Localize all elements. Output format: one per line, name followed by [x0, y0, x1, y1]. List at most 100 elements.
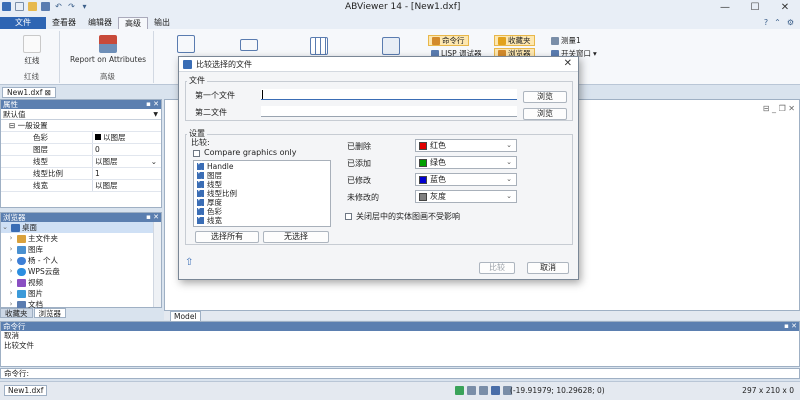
pin-icon[interactable]: ▪ ✕ — [146, 213, 159, 222]
select-none-button[interactable]: 无选择 — [263, 231, 329, 243]
maximize-button[interactable]: ☐ — [740, 0, 770, 16]
measure-button[interactable]: 测量1 — [548, 35, 584, 46]
property-value: 以图层 — [103, 133, 126, 142]
save-icon[interactable] — [41, 2, 50, 11]
tree-item-label: 杨 - 个人 — [28, 256, 58, 265]
property-value: 以图层 — [95, 157, 118, 166]
status-icons — [455, 386, 512, 395]
chevron-right-icon: › — [9, 234, 13, 242]
property-row[interactable]: 线宽 以图层 — [1, 180, 161, 192]
undo-icon[interactable]: ↶ — [54, 2, 63, 11]
command-input[interactable]: 命令行: — [0, 368, 800, 379]
browse-first-button[interactable]: 浏览 — [523, 91, 567, 103]
properties-section[interactable]: ⊟ 一般设置 — [1, 120, 161, 132]
property-row[interactable]: 线型比例 1 — [1, 168, 161, 180]
added-color-select[interactable]: 绿色 ⌄ — [415, 156, 517, 169]
customize-qa-icon[interactable]: ▾ — [80, 2, 89, 11]
new-file-icon[interactable] — [15, 2, 24, 11]
tab-editor[interactable]: 编辑器 — [82, 17, 118, 29]
grid-icon[interactable] — [491, 386, 500, 395]
ribbon-group-advanced: Report on Attributes 高级 — [62, 31, 154, 83]
explorer-scrollbar[interactable] — [153, 222, 161, 307]
view-icon[interactable]: ⊟ — [763, 104, 770, 113]
unmodified-color-select[interactable]: 灰度 ⌄ — [415, 190, 517, 203]
report-on-attributes-button[interactable]: Report on Attributes — [66, 35, 150, 64]
list-item-label: 色彩 — [207, 207, 222, 216]
snap-icon[interactable] — [455, 386, 464, 395]
properties-combo[interactable]: 默认值 ▼ — [1, 109, 161, 120]
property-row[interactable]: 线型 以图层 ⌄ — [1, 156, 161, 168]
chevron-down-icon[interactable]: ⌄ — [151, 156, 157, 168]
tree-item-personal[interactable]: › 杨 - 个人 — [1, 255, 161, 266]
minimize-icon[interactable]: _ — [772, 104, 776, 113]
tree-item-home[interactable]: › 主文件夹 — [1, 233, 161, 244]
compare-button[interactable]: 比较 — [479, 262, 515, 274]
first-file-input[interactable] — [261, 89, 517, 100]
favorites-toggle[interactable]: 收藏夹 — [494, 35, 535, 46]
align-tool-icon[interactable] — [238, 39, 260, 53]
property-value: 以图层 — [95, 181, 118, 190]
pin-icon[interactable]: ▪ ✕ — [146, 100, 159, 109]
tree-item-wps[interactable]: › WPS云盘 — [1, 266, 161, 277]
close-button[interactable]: ✕ — [770, 0, 800, 16]
status-file: New1.dxf — [4, 385, 48, 396]
deleted-color-value: 红色 — [430, 141, 446, 150]
document-tab-new1[interactable]: New1.dxf ⊠ — [2, 87, 57, 98]
ignore-off-layers-checkbox[interactable] — [345, 213, 352, 220]
close-icon[interactable]: ⊠ — [45, 88, 51, 97]
property-row[interactable]: 色彩 以图层 — [1, 132, 161, 144]
modified-color-select[interactable]: 蓝色 ⌄ — [415, 173, 517, 186]
tree-item-desktop[interactable]: ⌄ 桌面 — [1, 222, 161, 233]
grid-tool-icon[interactable] — [310, 37, 328, 57]
tab-advanced[interactable]: 高级 — [118, 17, 148, 29]
compare-items-list[interactable]: Handle 图层 线型 线型比例 厚度 色彩 线宽 — [193, 160, 331, 227]
compare-tool-icon[interactable] — [176, 35, 196, 55]
cancel-button[interactable]: 取消 — [527, 262, 569, 274]
text-caret — [262, 90, 263, 99]
ribbon-minimize-icon[interactable]: ⌃ — [774, 18, 781, 27]
arrow-up-icon[interactable]: ⇧ — [185, 258, 195, 269]
browse-second-button[interactable]: 浏览 — [523, 108, 567, 120]
chevron-right-icon: › — [9, 245, 13, 253]
dialog-close-icon[interactable]: ✕ — [564, 58, 572, 69]
list-item[interactable]: 线型比例 — [197, 189, 237, 198]
chevron-down-icon: ▾ — [593, 49, 597, 58]
open-folder-icon[interactable] — [28, 2, 37, 11]
tab-file[interactable]: 文件 — [0, 17, 46, 29]
compare-graphics-checkbox[interactable] — [193, 150, 200, 157]
item-checkbox[interactable] — [197, 217, 204, 224]
list-item[interactable]: 线宽 — [197, 216, 222, 225]
restore-icon[interactable]: ❐ — [779, 104, 786, 113]
redo-icon[interactable]: ↷ — [67, 2, 76, 11]
document-tab-label: New1.dxf — [7, 88, 43, 97]
close-icon[interactable]: ✕ — [788, 104, 795, 113]
minimize-button[interactable]: — — [710, 0, 740, 16]
grid-icon — [310, 37, 328, 55]
select-all-button[interactable]: 选择所有 — [195, 231, 259, 243]
tab-output[interactable]: 输出 — [148, 17, 176, 29]
pin-icon[interactable]: ▪ ✕ — [784, 322, 797, 331]
property-row[interactable]: 图层 0 — [1, 144, 161, 156]
device-tool-icon[interactable] — [382, 37, 400, 57]
settings-gear-icon[interactable]: ⚙ — [787, 18, 794, 27]
tab-browser[interactable]: 浏览器 — [33, 308, 66, 318]
unmodified-color-label: 未修改的 — [347, 193, 379, 202]
second-file-input[interactable] — [261, 106, 517, 117]
color-swatch-red — [419, 141, 427, 150]
ortho-icon[interactable] — [467, 386, 476, 395]
tree-item-videos[interactable]: › 视频 — [1, 277, 161, 288]
added-color-label: 已添加 — [347, 159, 371, 168]
tab-favorites[interactable]: 收藏夹 — [0, 308, 33, 318]
tree-item-pictures[interactable]: › 图片 — [1, 288, 161, 299]
command-line-toggle[interactable]: 命令行 — [428, 35, 469, 46]
redline-button[interactable]: 红线 — [14, 35, 50, 66]
property-key: 线型 — [1, 156, 93, 167]
deleted-color-select[interactable]: 红色 ⌄ — [415, 139, 517, 152]
polar-icon[interactable] — [479, 386, 488, 395]
tree-item-gallery[interactable]: › 图库 — [1, 244, 161, 255]
title-bar: ↶ ↷ ▾ ABViewer 14 - [New1.dxf] — ☐ ✕ — [0, 0, 800, 16]
redline-group-label: 红线 — [24, 72, 39, 81]
tab-viewer[interactable]: 查看器 — [46, 17, 82, 29]
help-question-icon[interactable]: ? — [764, 18, 768, 27]
command-panel: 命令行 ▪ ✕ 取消 比较文件 — [0, 321, 800, 367]
